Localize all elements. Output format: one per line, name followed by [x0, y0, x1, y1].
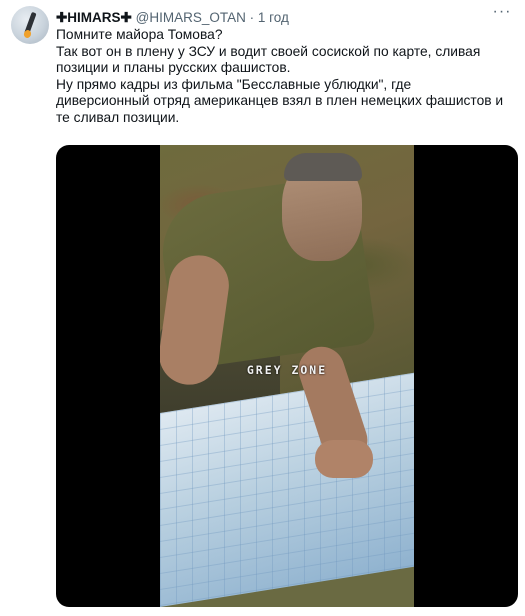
tweet-text-line: Ну прямо кадры из фильма "Бесславные убл… — [56, 76, 504, 125]
tweet-text-line: Так вот он в плену у ЗСУ и водит своей с… — [56, 43, 481, 76]
more-horizontal-icon: ··· — [492, 3, 512, 20]
video-player[interactable]: GREY ZONE — [56, 145, 518, 607]
paper-map — [160, 372, 414, 607]
tweet-timestamp[interactable]: 1 год — [258, 10, 289, 25]
person-hair — [284, 153, 362, 181]
more-options-button[interactable]: ··· — [491, 3, 513, 24]
tweet-text-line: Помните майора Томова? — [56, 27, 223, 42]
avatar[interactable] — [11, 6, 49, 44]
tweet[interactable]: ✚HIMARS✚ @HIMARS_OTAN · 1 год ··· Помнит… — [0, 0, 525, 616]
author-handle[interactable]: @HIMARS_OTAN — [136, 10, 246, 25]
separator-dot: · — [249, 10, 255, 25]
video-watermark: GREY ZONE — [246, 363, 328, 377]
tweet-text: Помните майора Томова? Так вот он в плен… — [56, 27, 506, 126]
person-hand — [315, 440, 373, 478]
author-name[interactable]: ✚HIMARS✚ — [56, 10, 132, 25]
rocket-flame-icon — [22, 29, 33, 39]
tweet-header: ✚HIMARS✚ @HIMARS_OTAN · 1 год — [56, 9, 289, 27]
video-frame: GREY ZONE — [160, 145, 414, 607]
